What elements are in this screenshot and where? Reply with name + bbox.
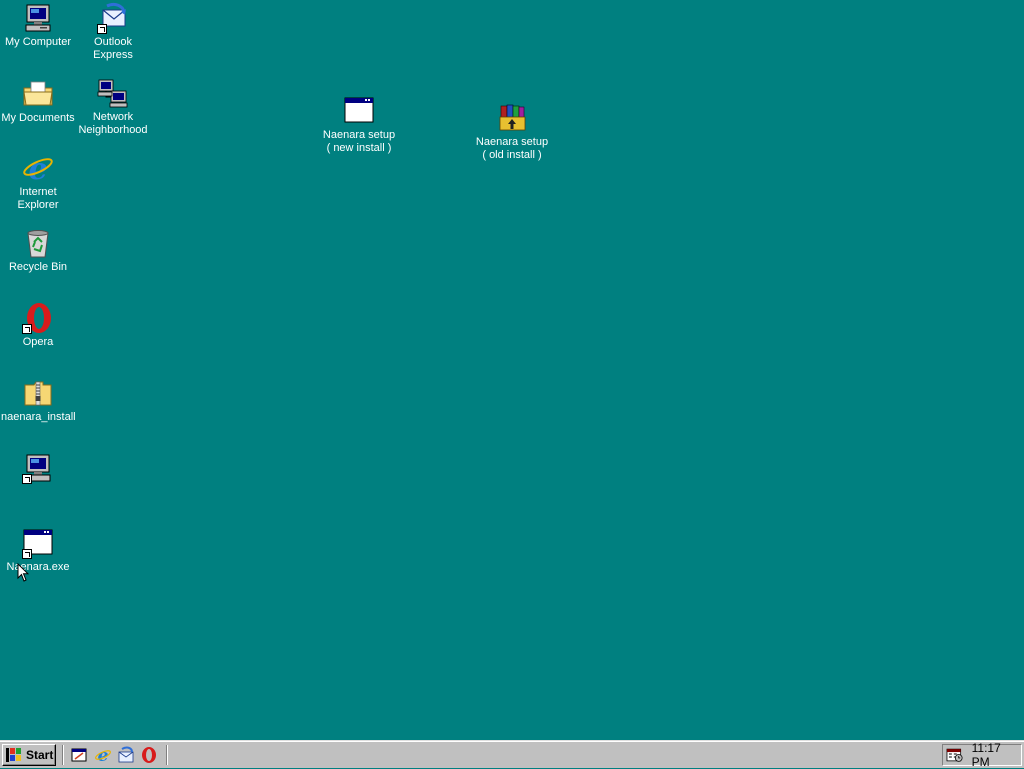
desktop-icon-label: Naenara.exe — [6, 561, 70, 573]
shortcut-arrow-icon — [22, 549, 32, 559]
desktop[interactable]: My Computer Outlook Express My Documents — [0, 0, 1024, 740]
opera-icon — [142, 747, 156, 763]
desktop-icon-label: Internet Explorer — [17, 186, 59, 211]
outlook-express-icon — [118, 746, 134, 763]
windows-logo-icon — [6, 748, 21, 762]
desktop-icon-naenara-setup-old[interactable]: Naenara setup ( old install ) — [474, 102, 550, 162]
desktop-icon-recycle-bin[interactable]: Recycle Bin — [0, 227, 76, 274]
recycle-bin-icon — [22, 227, 54, 259]
quicklaunch-show-desktop[interactable] — [70, 746, 88, 764]
taskbar-clock[interactable]: 11:17 PM — [972, 741, 1021, 769]
opera-icon — [22, 302, 54, 334]
desktop-icon-label: Naenara setup ( new install ) — [322, 129, 396, 154]
outlook-express-icon — [97, 2, 129, 34]
quicklaunch-internet-explorer[interactable]: e — [94, 746, 112, 764]
shortcut-arrow-icon — [22, 474, 32, 484]
internet-explorer-icon: e — [22, 152, 54, 184]
folder-documents-icon — [22, 78, 54, 110]
desktop-icon-outlook-express[interactable]: Outlook Express — [75, 2, 151, 62]
system-tray: 11:17 PM — [942, 741, 1022, 769]
taskbar-separator — [166, 745, 168, 765]
desktop-icon-naenara-exe[interactable]: Naenara.exe — [0, 527, 76, 574]
winrar-archive-icon — [496, 102, 528, 134]
show-desktop-icon — [71, 748, 87, 762]
desktop-icon-naenara-install[interactable]: naenara_install — [0, 377, 76, 424]
network-icon — [97, 77, 129, 109]
quicklaunch-opera[interactable] — [140, 746, 158, 764]
desktop-icon-label: Network Neighborhood — [78, 111, 148, 136]
start-button[interactable]: Start — [2, 744, 56, 766]
start-label: Start — [26, 748, 54, 762]
desktop-icon-network-neighborhood[interactable]: Network Neighborhood — [75, 77, 151, 137]
taskbar-separator — [62, 745, 64, 765]
taskbar: Start e 11:17 PM — [0, 740, 1024, 769]
quicklaunch-outlook-express[interactable] — [117, 746, 135, 764]
desktop-icon-label: Naenara setup ( old install ) — [475, 136, 549, 161]
desktop-icon-label: naenara_install — [1, 411, 76, 423]
svg-text:e: e — [98, 746, 109, 764]
shortcut-arrow-icon — [22, 324, 32, 334]
application-window-icon — [343, 95, 375, 127]
desktop-icon-label: My Computer — [4, 36, 72, 48]
desktop-icon-opera[interactable]: Opera — [0, 302, 76, 349]
desktop-icon-my-computer[interactable]: My Computer — [0, 2, 76, 49]
desktop-icon-label: My Documents — [1, 112, 75, 124]
scheduler-icon[interactable] — [946, 747, 964, 763]
mouse-cursor-icon — [17, 562, 30, 583]
application-window-icon — [22, 527, 54, 559]
desktop-icon-label: Recycle Bin — [8, 261, 68, 273]
desktop-icon-computer-shortcut[interactable] — [0, 452, 76, 498]
desktop-icon-naenara-setup-new[interactable]: Naenara setup ( new install ) — [321, 95, 397, 155]
desktop-icon-label: Opera — [22, 336, 54, 348]
desktop-icon-label: Outlook Express — [93, 36, 133, 61]
internet-explorer-icon: e — [95, 746, 111, 764]
shortcut-arrow-icon — [97, 24, 107, 34]
desktop-icon-my-documents[interactable]: My Documents — [0, 78, 76, 125]
computer-shortcut-icon — [22, 452, 54, 484]
computer-icon — [22, 2, 54, 34]
desktop-icon-internet-explorer[interactable]: e Internet Explorer — [0, 152, 76, 212]
zip-folder-icon — [22, 377, 54, 409]
